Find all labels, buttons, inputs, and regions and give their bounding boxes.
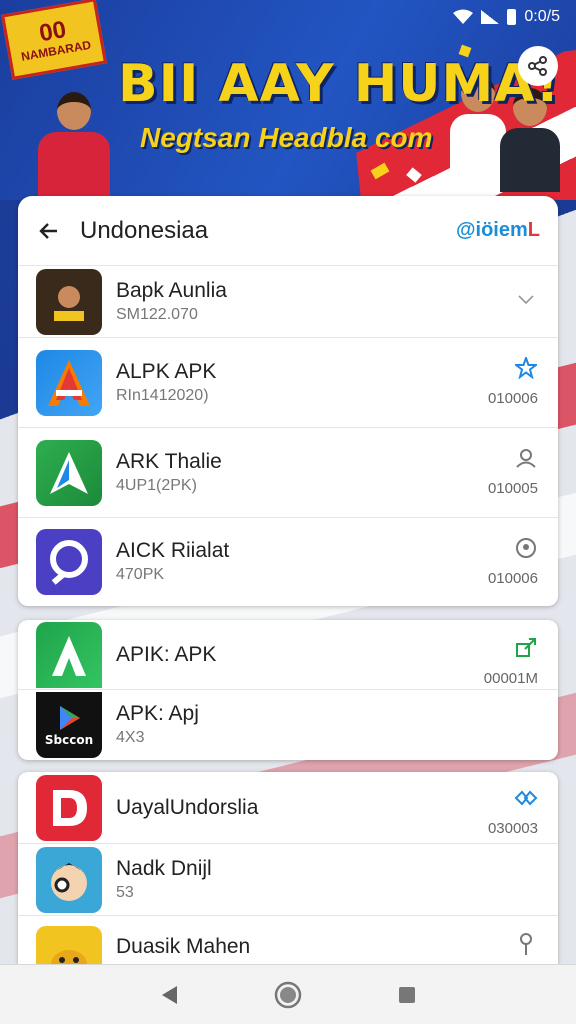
back-button[interactable] <box>36 218 62 244</box>
star-person-icon[interactable] <box>514 356 538 380</box>
app-group-card: APIK: APK 00001M Sbccon APK: Apj 4X3 <box>18 620 558 760</box>
open-external-icon[interactable] <box>514 636 538 660</box>
app-group-card: UayalUndorslia 030003 Nadk Dnijl 53 Duas… <box>18 772 558 972</box>
app-size: 030003 <box>487 820 538 837</box>
list-item[interactable]: Sbccon APK: Apj 4X3 <box>18 690 558 760</box>
person-icon[interactable] <box>514 446 538 470</box>
share-icon <box>528 56 547 76</box>
app-icon-label: Sbccon <box>44 733 94 747</box>
nav-back-button[interactable] <box>154 980 184 1010</box>
app-version: 470PK <box>116 566 165 583</box>
triangle-back-icon <box>162 985 178 1004</box>
app-icon <box>36 774 102 841</box>
profile-icon[interactable] <box>514 536 538 560</box>
brand-logo[interactable]: @iöiemL <box>456 219 540 242</box>
share-button[interactable] <box>518 46 558 86</box>
app-version: 4X3 <box>116 729 145 746</box>
link-icon[interactable] <box>514 786 538 810</box>
list-item[interactable]: UayalUndorslia 030003 <box>18 772 558 844</box>
app-name: ARK Thalie <box>116 449 222 473</box>
app-version: SM122.070 <box>116 305 198 323</box>
list-item[interactable]: Nadk Dnijl 53 <box>18 844 558 916</box>
app-icon: Sbccon <box>36 692 102 758</box>
list-item[interactable]: AICK Riialat 470PK 010006 <box>18 518 558 606</box>
nav-recents-button[interactable] <box>392 980 422 1010</box>
back-arrow-icon <box>39 222 57 239</box>
app-size: 010006 <box>487 390 538 407</box>
status-bar: 0:0/5 <box>0 0 576 34</box>
app-name: Duasik Mahen <box>116 935 251 958</box>
app-size: 00001M <box>483 670 538 687</box>
app-name: UayalUndorslia <box>116 795 259 819</box>
list-item[interactable]: Bapk Aunlia SM122.070 <box>18 266 558 338</box>
square-recents-icon <box>398 986 415 1003</box>
app-size: 010005 <box>487 480 538 497</box>
status-time: 0:0/5 <box>524 8 560 25</box>
app-version: 4UP1(2PK) <box>116 476 197 494</box>
brand-suffix: L <box>527 219 540 241</box>
app-name: Nadk Dnijl <box>116 856 212 880</box>
app-icon <box>36 846 102 913</box>
app-list-card: Undonesiaa @iöiemL Bapk Aunlia SM122.070… <box>18 196 558 606</box>
app-version: 53 <box>116 883 134 901</box>
banner-headline: BII AAY HUMA! <box>118 54 561 114</box>
app-name: APIK: APK <box>116 642 217 666</box>
app-name: Bapk Aunlia <box>116 278 227 302</box>
page-title: Undonesiaa <box>80 216 209 244</box>
app-icon <box>36 621 102 688</box>
app-name: ALPK APK <box>116 359 217 383</box>
list-item[interactable]: APIK: APK 00001M <box>18 620 558 690</box>
app-size: 010006 <box>487 570 538 587</box>
chevron-down-icon[interactable] <box>514 288 538 312</box>
app-name: AICK Riialat <box>116 539 230 562</box>
app-name: APK: Apj <box>116 702 199 725</box>
person-illustration <box>38 92 110 196</box>
wifi-icon <box>453 9 474 24</box>
banner-subline: Negtsan Headbla com <box>140 122 433 153</box>
app-bar: Undonesiaa @iöiemL <box>18 196 558 266</box>
brand-prefix: @iöiem <box>456 219 528 241</box>
app-icon <box>36 268 102 335</box>
list-item[interactable]: ALPK APK RIn1412020) 010006 <box>18 338 558 428</box>
nav-home-button[interactable] <box>273 980 303 1010</box>
list-item[interactable]: ARK Thalie 4UP1(2PK) 010005 <box>18 428 558 518</box>
system-nav-bar <box>0 964 576 1024</box>
app-icon <box>36 349 102 416</box>
pin-icon[interactable] <box>514 932 538 956</box>
app-version: RIn1412020) <box>116 386 209 404</box>
app-icon <box>36 439 102 506</box>
battery-icon <box>507 9 517 25</box>
home-circle-icon <box>274 981 302 1008</box>
app-icon <box>36 529 102 595</box>
signal-icon <box>481 10 500 24</box>
